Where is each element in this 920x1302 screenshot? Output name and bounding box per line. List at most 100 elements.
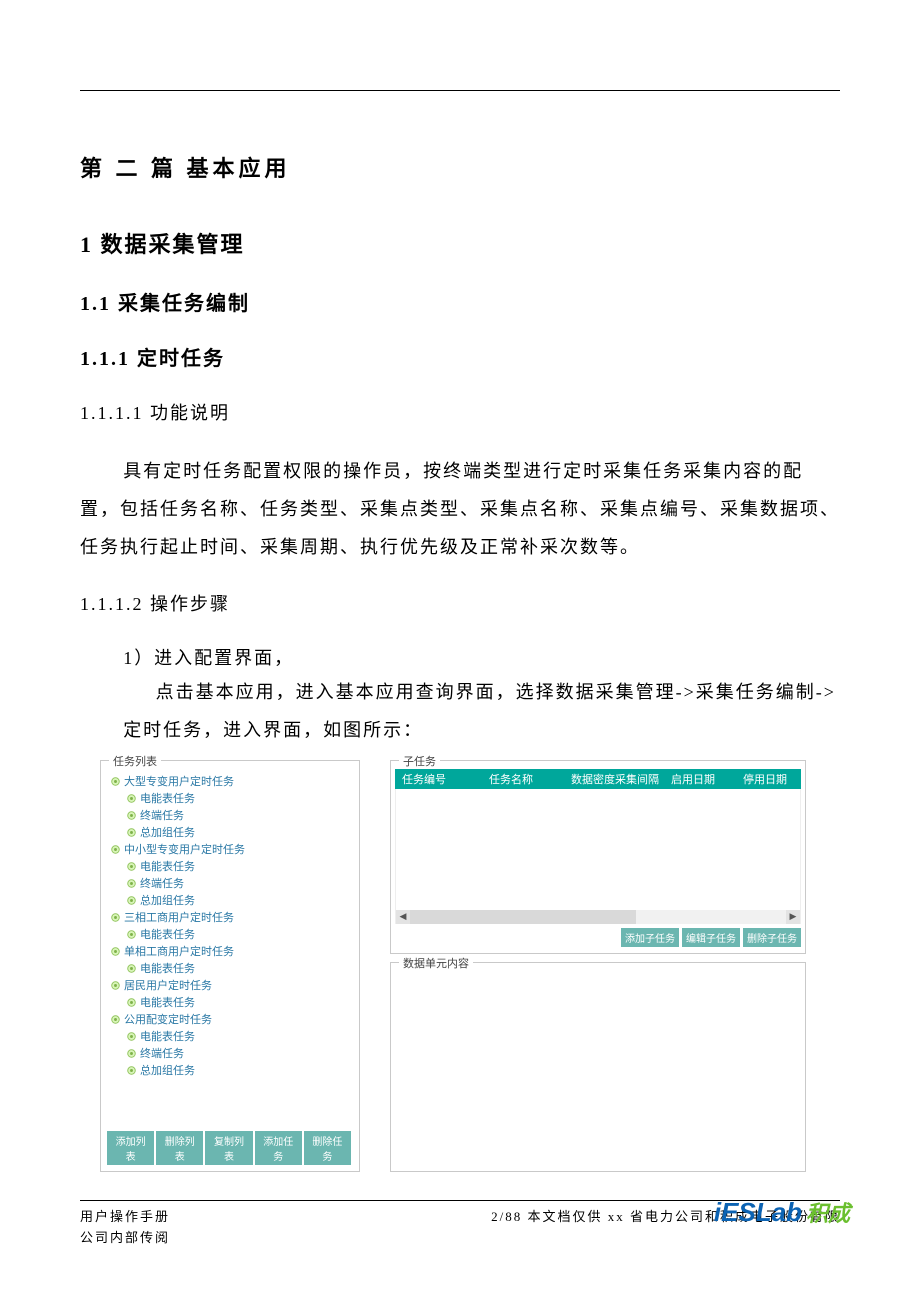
tree-item-label: 电能表任务 bbox=[140, 994, 195, 1010]
step-1-body: 点击基本应用，进入基本应用查询界面，选择数据采集管理->采集任务编制->定时任务… bbox=[80, 674, 840, 750]
logo-english: iESLab bbox=[714, 1197, 802, 1227]
col-enable-date: 启用日期 bbox=[657, 771, 729, 787]
scroll-thumb[interactable] bbox=[410, 910, 636, 924]
subtask-button[interactable]: 删除子任务 bbox=[743, 928, 801, 947]
tree-item[interactable]: 公用配变定时任务 bbox=[105, 1011, 353, 1028]
task-list-button[interactable]: 添加列表 bbox=[107, 1131, 154, 1165]
tree-item[interactable]: 终端任务 bbox=[105, 875, 353, 892]
subtask-table-header: 任务编号 任务名称 数据密度 采集间隔 启用日期 停用日期 bbox=[395, 769, 801, 789]
scroll-right-icon[interactable]: ▶ bbox=[786, 910, 800, 924]
tree-item-label: 中小型专变用户定时任务 bbox=[124, 841, 245, 857]
task-list-button[interactable]: 复制列表 bbox=[205, 1131, 252, 1165]
tree-item[interactable]: 终端任务 bbox=[105, 1045, 353, 1062]
document-page: 第 二 篇 基本应用 1 数据采集管理 1.1 采集任务编制 1.1.1 定时任… bbox=[0, 0, 920, 1302]
bullet-icon bbox=[127, 828, 136, 837]
bullet-icon bbox=[111, 947, 120, 956]
tree-item-label: 大型专变用户定时任务 bbox=[124, 773, 234, 789]
tree-item[interactable]: 电能表任务 bbox=[105, 926, 353, 943]
tree-item-label: 电能表任务 bbox=[140, 926, 195, 942]
bullet-icon bbox=[127, 862, 136, 871]
subtask-table-body[interactable] bbox=[396, 789, 800, 910]
page-footer: 用户操作手册 公司内部传阅 2/88 本文档仅供 xx 省电力公司和积成电子股份… bbox=[80, 1200, 840, 1249]
subtask-title: 子任务 bbox=[399, 753, 440, 769]
tree-item-label: 三相工商用户定时任务 bbox=[124, 909, 234, 925]
horizontal-scrollbar[interactable]: ◀ ▶ bbox=[396, 910, 800, 924]
bullet-icon bbox=[127, 1066, 136, 1075]
task-list-title: 任务列表 bbox=[109, 753, 161, 769]
tree-item-label: 电能表任务 bbox=[140, 960, 195, 976]
task-list-button[interactable]: 删除列表 bbox=[156, 1131, 203, 1165]
task-tree[interactable]: 大型专变用户定时任务电能表任务终端任务总加组任务中小型专变用户定时任务电能表任务… bbox=[105, 769, 353, 1127]
bullet-icon bbox=[111, 913, 120, 922]
section-1-1-heading: 1.1 采集任务编制 bbox=[80, 287, 840, 316]
step-1-title: 1）进入配置界面， bbox=[80, 644, 840, 670]
tree-item[interactable]: 总加组任务 bbox=[105, 1062, 353, 1079]
tree-item-label: 公用配变定时任务 bbox=[124, 1011, 212, 1027]
col-task-name: 任务名称 bbox=[453, 771, 569, 787]
data-unit-title: 数据单元内容 bbox=[399, 955, 473, 971]
bullet-icon bbox=[127, 1032, 136, 1041]
embedded-app-screenshot: 任务列表 大型专变用户定时任务电能表任务终端任务总加组任务中小型专变用户定时任务… bbox=[100, 760, 840, 1172]
section-1-1-1-heading: 1.1.1 定时任务 bbox=[80, 342, 840, 371]
tree-item[interactable]: 总加组任务 bbox=[105, 824, 353, 841]
bullet-icon bbox=[111, 981, 120, 990]
section-1-1-1-2-heading: 1.1.1.2 操作步骤 bbox=[80, 590, 840, 616]
tree-item[interactable]: 电能表任务 bbox=[105, 858, 353, 875]
tree-item[interactable]: 居民用户定时任务 bbox=[105, 977, 353, 994]
footer-row: 用户操作手册 公司内部传阅 2/88 本文档仅供 xx 省电力公司和积成电子股份… bbox=[80, 1207, 840, 1249]
bullet-icon bbox=[127, 964, 136, 973]
tree-item-label: 单相工商用户定时任务 bbox=[124, 943, 234, 959]
task-list-panel: 任务列表 大型专变用户定时任务电能表任务终端任务总加组任务中小型专变用户定时任务… bbox=[100, 760, 360, 1172]
task-list-button-row: 添加列表删除列表复制列表添加任务删除任务 bbox=[105, 1127, 353, 1165]
tree-item[interactable]: 终端任务 bbox=[105, 807, 353, 824]
subtask-table-body-wrap: ◀ ▶ bbox=[395, 789, 801, 924]
tree-item-label: 电能表任务 bbox=[140, 790, 195, 806]
section-1-1-1-1-heading: 1.1.1.1 功能说明 bbox=[80, 399, 840, 425]
tree-item[interactable]: 电能表任务 bbox=[105, 960, 353, 977]
bullet-icon bbox=[111, 845, 120, 854]
tree-item-label: 电能表任务 bbox=[140, 858, 195, 874]
subtask-panel: 子任务 任务编号 任务名称 数据密度 采集间隔 启用日期 停用日期 ◀ ▶ bbox=[390, 760, 806, 954]
tree-item[interactable]: 中小型专变用户定时任务 bbox=[105, 841, 353, 858]
bullet-icon bbox=[127, 998, 136, 1007]
logo-chinese: 积成 bbox=[806, 1201, 850, 1226]
company-logo: iESLab积成 bbox=[714, 1192, 850, 1234]
tree-item[interactable]: 电能表任务 bbox=[105, 790, 353, 807]
bullet-icon bbox=[127, 879, 136, 888]
tree-item-label: 总加组任务 bbox=[140, 1062, 195, 1078]
tree-item[interactable]: 大型专变用户定时任务 bbox=[105, 773, 353, 790]
subtask-button[interactable]: 添加子任务 bbox=[621, 928, 679, 947]
bullet-icon bbox=[127, 811, 136, 820]
bullet-icon bbox=[127, 794, 136, 803]
bullet-icon bbox=[111, 777, 120, 786]
data-unit-panel: 数据单元内容 bbox=[390, 962, 806, 1172]
col-interval: 采集间隔 bbox=[613, 771, 657, 787]
task-list-button[interactable]: 添加任务 bbox=[255, 1131, 302, 1165]
tree-item[interactable]: 三相工商用户定时任务 bbox=[105, 909, 353, 926]
scroll-track[interactable] bbox=[410, 910, 786, 924]
tree-item[interactable]: 电能表任务 bbox=[105, 1028, 353, 1045]
footer-doc-title: 用户操作手册 bbox=[80, 1207, 170, 1228]
tree-item[interactable]: 电能表任务 bbox=[105, 994, 353, 1011]
top-rule bbox=[80, 90, 840, 91]
tree-item-label: 总加组任务 bbox=[140, 892, 195, 908]
bullet-icon bbox=[111, 1015, 120, 1024]
tree-item-label: 居民用户定时任务 bbox=[124, 977, 212, 993]
subtask-button[interactable]: 编辑子任务 bbox=[682, 928, 740, 947]
tree-item[interactable]: 单相工商用户定时任务 bbox=[105, 943, 353, 960]
bullet-icon bbox=[127, 1049, 136, 1058]
col-density: 数据密度 bbox=[569, 771, 613, 787]
tree-item-label: 终端任务 bbox=[140, 807, 184, 823]
footer-left: 用户操作手册 公司内部传阅 bbox=[80, 1207, 170, 1249]
part-heading: 第 二 篇 基本应用 bbox=[80, 151, 840, 183]
function-description-paragraph: 具有定时任务配置权限的操作员，按终端类型进行定时采集任务采集内容的配置，包括任务… bbox=[80, 453, 840, 566]
right-column: 子任务 任务编号 任务名称 数据密度 采集间隔 启用日期 停用日期 ◀ ▶ bbox=[390, 760, 806, 1172]
scroll-left-icon[interactable]: ◀ bbox=[396, 910, 410, 924]
bullet-icon bbox=[127, 930, 136, 939]
task-list-button[interactable]: 删除任务 bbox=[304, 1131, 351, 1165]
tree-item-label: 终端任务 bbox=[140, 1045, 184, 1061]
col-task-id: 任务编号 bbox=[395, 771, 453, 787]
tree-item[interactable]: 总加组任务 bbox=[105, 892, 353, 909]
tree-item-label: 电能表任务 bbox=[140, 1028, 195, 1044]
subtask-button-row: 添加子任务编辑子任务删除子任务 bbox=[395, 924, 801, 947]
